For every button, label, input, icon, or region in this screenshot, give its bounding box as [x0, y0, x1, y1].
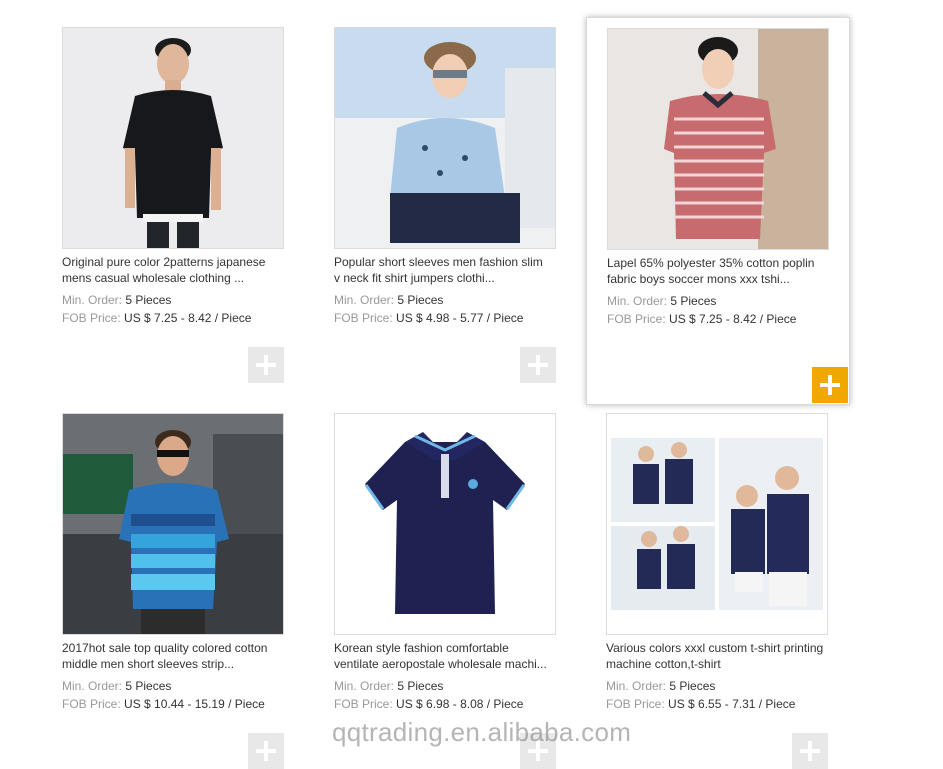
product-card[interactable]: Popular short sleeves men fashion slim v…: [334, 27, 556, 387]
product-image[interactable]: [62, 27, 284, 249]
min-order-label: Min. Order:: [607, 294, 668, 308]
product-title-line[interactable]: 2017hot sale top quality colored cotton: [62, 640, 284, 656]
min-order: Min. Order: 5 Pieces: [62, 678, 171, 694]
min-order-label: Min. Order:: [62, 679, 123, 693]
product-title-line[interactable]: ventilate aeropostale wholesale machi...: [334, 656, 556, 672]
product-title-line[interactable]: Various colors xxxl custom t-shirt print…: [606, 640, 828, 656]
product-card[interactable]: 2017hot sale top quality colored cotton …: [62, 413, 284, 769]
product-image[interactable]: [334, 27, 556, 249]
fob-price-label: FOB Price:: [334, 697, 393, 711]
fob-price: FOB Price: US $ 7.25 - 8.42 / Piece: [607, 311, 796, 327]
product-title-line[interactable]: machine cotton,t-shirt: [606, 656, 828, 672]
min-order: Min. Order: 5 Pieces: [62, 292, 171, 308]
product-title[interactable]: Original pure color 2patterns japanese m…: [62, 254, 284, 286]
min-order-value: 5 Pieces: [397, 679, 444, 693]
fob-price-label: FOB Price:: [62, 311, 121, 325]
fob-price: FOB Price: US $ 6.98 - 8.08 / Piece: [334, 696, 523, 712]
fob-price: FOB Price: US $ 7.25 - 8.42 / Piece: [62, 310, 251, 326]
min-order: Min. Order: 5 Pieces: [607, 293, 716, 309]
product-title-line[interactable]: fabric boys soccer mons xxx tshi...: [607, 271, 829, 287]
add-to-inquiry-button[interactable]: [248, 347, 284, 383]
min-order-value: 5 Pieces: [125, 293, 172, 307]
product-card[interactable]: Various colors xxxl custom t-shirt print…: [606, 413, 828, 769]
product-title[interactable]: 2017hot sale top quality colored cotton …: [62, 640, 284, 672]
watermark: qqtrading.en.alibaba.com: [332, 717, 632, 747]
min-order-label: Min. Order:: [334, 293, 395, 307]
fob-price: FOB Price: US $ 4.98 - 5.77 / Piece: [334, 310, 523, 326]
fob-price-label: FOB Price:: [62, 697, 121, 711]
fob-price-value: US $ 6.98 - 8.08 / Piece: [396, 697, 524, 711]
product-title-line[interactable]: mens casual wholesale clothing ...: [62, 270, 284, 286]
min-order-label: Min. Order:: [334, 679, 395, 693]
add-to-inquiry-button[interactable]: [812, 367, 848, 403]
add-to-inquiry-button[interactable]: [520, 347, 556, 383]
product-card-hovered[interactable]: Lapel 65% polyester 35% cotton poplin fa…: [586, 17, 850, 405]
min-order-value: 5 Pieces: [397, 293, 444, 307]
fob-price-value: US $ 10.44 - 15.19 / Piece: [124, 697, 265, 711]
fob-price-value: US $ 7.25 - 8.42 / Piece: [669, 312, 797, 326]
product-title-line[interactable]: v neck fit shirt jumpers clothi...: [334, 270, 556, 286]
product-title[interactable]: Lapel 65% polyester 35% cotton poplin fa…: [607, 255, 829, 287]
product-title-line[interactable]: Korean style fashion comfortable: [334, 640, 556, 656]
product-image[interactable]: [607, 28, 829, 250]
product-image[interactable]: [606, 413, 828, 635]
product-title-line[interactable]: Original pure color 2patterns japanese: [62, 254, 284, 270]
fob-price-value: US $ 6.55 - 7.31 / Piece: [668, 697, 796, 711]
min-order: Min. Order: 5 Pieces: [334, 292, 443, 308]
min-order-value: 5 Pieces: [670, 294, 717, 308]
product-title[interactable]: Korean style fashion comfortable ventila…: [334, 640, 556, 672]
min-order: Min. Order: 5 Pieces: [606, 678, 715, 694]
product-image[interactable]: [334, 413, 556, 635]
add-to-inquiry-button[interactable]: [792, 733, 828, 769]
min-order: Min. Order: 5 Pieces: [334, 678, 443, 694]
min-order-label: Min. Order:: [62, 293, 123, 307]
product-title[interactable]: Popular short sleeves men fashion slim v…: [334, 254, 556, 286]
product-card[interactable]: Original pure color 2patterns japanese m…: [62, 27, 284, 387]
min-order-label: Min. Order:: [606, 679, 667, 693]
product-title-line[interactable]: middle men short sleeves strip...: [62, 656, 284, 672]
add-to-inquiry-button[interactable]: [248, 733, 284, 769]
min-order-value: 5 Pieces: [669, 679, 716, 693]
product-title[interactable]: Various colors xxxl custom t-shirt print…: [606, 640, 828, 672]
product-title-line[interactable]: Popular short sleeves men fashion slim: [334, 254, 556, 270]
min-order-value: 5 Pieces: [125, 679, 172, 693]
fob-price: FOB Price: US $ 6.55 - 7.31 / Piece: [606, 696, 795, 712]
fob-price: FOB Price: US $ 10.44 - 15.19 / Piece: [62, 696, 265, 712]
product-title-line[interactable]: Lapel 65% polyester 35% cotton poplin: [607, 255, 829, 271]
fob-price-label: FOB Price:: [606, 697, 665, 711]
fob-price-value: US $ 4.98 - 5.77 / Piece: [396, 311, 524, 325]
fob-price-value: US $ 7.25 - 8.42 / Piece: [124, 311, 252, 325]
product-card[interactable]: Korean style fashion comfortable ventila…: [334, 413, 556, 769]
product-image[interactable]: [62, 413, 284, 635]
fob-price-label: FOB Price:: [607, 312, 666, 326]
fob-price-label: FOB Price:: [334, 311, 393, 325]
